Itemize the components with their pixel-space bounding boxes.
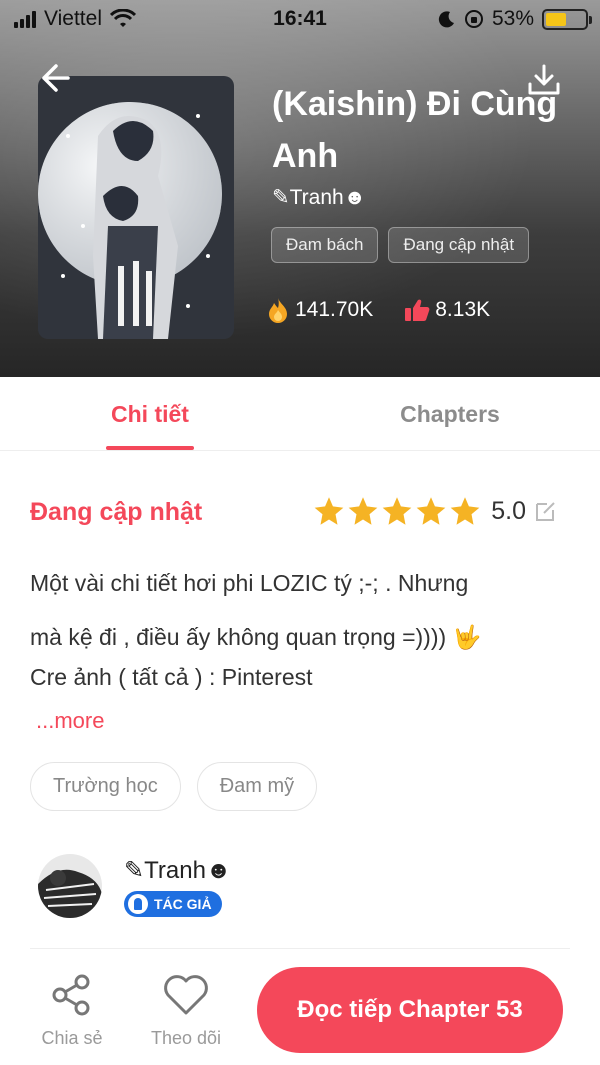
cover-image[interactable]	[38, 76, 234, 339]
views-count: 141.70K	[295, 298, 374, 321]
heart-icon	[164, 975, 208, 1015]
share-label: Chia sẻ	[41, 1028, 103, 1048]
moon-icon	[438, 11, 454, 28]
edit-icon[interactable]	[534, 499, 558, 523]
description-line: mà kệ đi , điều ấy không quan trọng =)))…	[30, 624, 482, 650]
tag-genre[interactable]: Đam bách	[271, 227, 379, 263]
download-icon[interactable]	[526, 62, 562, 98]
star-icon	[416, 497, 446, 525]
divider	[30, 948, 570, 949]
tab-chapters[interactable]: Chapters	[300, 377, 600, 450]
rotation-lock-icon	[464, 10, 483, 28]
author-badge: TÁC GIẢ	[124, 891, 222, 917]
tab-bar: Chi tiết Chapters	[0, 377, 600, 451]
likes-stat: 8.13K	[403, 296, 490, 324]
battery-icon	[542, 8, 592, 30]
star-icon	[348, 497, 378, 525]
status-bar: Viettel 16:41 53%	[0, 0, 600, 40]
description-line: Một vài chi tiết hơi phi LOZIC tý ;-; . …	[30, 570, 469, 596]
bottom-action-bar: Chia sẻ Theo dõi Đọc tiếp Chapter 53	[0, 955, 600, 1065]
thumbs-up-icon	[405, 299, 430, 321]
story-tags: Đam bách Đang cập nhật	[271, 227, 530, 263]
pen-icon	[128, 894, 148, 914]
avatar[interactable]	[38, 854, 102, 918]
rating[interactable]: 5.0	[313, 496, 558, 526]
author-name: ✎Tranh☻	[124, 857, 232, 884]
publish-status: Đang cập nhật	[30, 498, 203, 526]
follow-button[interactable]: Theo dõi	[141, 973, 231, 1049]
story-author[interactable]: ✎Tranh☻	[272, 185, 366, 210]
continue-reading-button[interactable]: Đọc tiếp Chapter 53	[257, 967, 563, 1053]
star-icon	[382, 497, 412, 525]
description: Một vài chi tiết hơi phi LOZIC tý ;-; . …	[30, 560, 570, 694]
fire-icon	[269, 298, 287, 323]
description-line: Cre ảnh ( tất cả ) : Pinterest	[30, 664, 313, 690]
story-header: Viettel 16:41 53% (Kaishin) Đi Cùng Anh …	[0, 0, 600, 377]
likes-count: 8.13K	[435, 298, 491, 321]
star-icon	[314, 497, 344, 525]
views-stat: 141.70K	[265, 296, 373, 324]
follow-label: Theo dõi	[150, 1028, 222, 1048]
author-badge-label: TÁC GIẢ	[154, 896, 212, 912]
tag-status[interactable]: Đang cập nhật	[388, 227, 530, 263]
story-stats: 141.70K 8.13K	[265, 296, 490, 324]
share-button[interactable]: Chia sẻ	[27, 973, 117, 1049]
more-link[interactable]: ...more	[36, 708, 104, 734]
rating-value: 5.0	[491, 496, 526, 525]
share-icon	[52, 974, 90, 1016]
chip-bl[interactable]: Đam mỹ	[196, 762, 318, 811]
chip-school[interactable]: Trường học	[30, 762, 181, 811]
genre-chips: Trường học Đam mỹ	[30, 762, 318, 811]
tab-details[interactable]: Chi tiết	[0, 377, 300, 450]
back-arrow-icon[interactable]	[38, 58, 78, 98]
battery-percent: 53%	[491, 7, 534, 30]
star-icon	[450, 497, 480, 525]
author-card[interactable]: ✎Tranh☻ TÁC GIẢ	[38, 854, 231, 919]
